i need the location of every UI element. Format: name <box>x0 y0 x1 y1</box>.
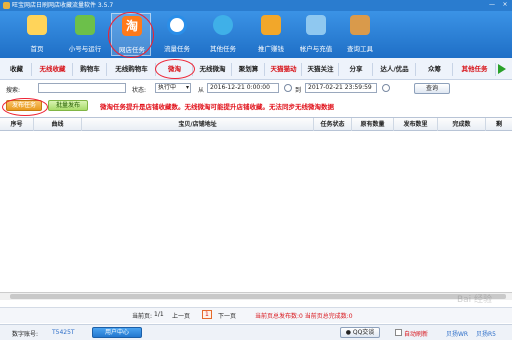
globe-icon <box>213 15 233 35</box>
column-completed[interactable]: 完成数 <box>438 118 486 131</box>
close-button[interactable]: × <box>500 1 510 9</box>
from-label: 从 <box>198 87 205 94</box>
prev-page-button[interactable]: 上一页 <box>172 311 190 320</box>
calendar-icon[interactable] <box>382 84 390 92</box>
current-page-value: 1/1 <box>154 311 164 318</box>
tab-mobile-favorite[interactable]: 无线收藏 <box>33 63 73 76</box>
toolbar-promote[interactable]: 推广赚钱 <box>251 13 291 56</box>
link-r5[interactable]: 贝扬R5 <box>476 329 496 338</box>
tab-favorite[interactable]: 收藏 <box>2 63 32 76</box>
account-value: T5425T <box>52 329 75 336</box>
qq-chat-button[interactable]: ● QQ交谈 <box>340 327 380 338</box>
column-curve[interactable]: 曲线 <box>34 118 82 131</box>
status-label: 状态: <box>132 87 147 94</box>
toolbar-label: 帐户与充值 <box>299 45 333 53</box>
column-index[interactable]: 序号 <box>0 118 34 131</box>
app-icon <box>3 2 10 9</box>
window-title: 旺宝网店日刷网店收藏流量软件 3.5.7 <box>12 2 114 9</box>
toolbar-home[interactable]: 首页 <box>17 13 57 56</box>
status-value: 执行中 <box>158 84 177 91</box>
qq-icon: ● <box>345 329 351 336</box>
task-table: 序号 曲线 宝贝/店铺地址 任务状态 原有数量 发布数里 完成数 剩 <box>0 117 512 309</box>
column-published[interactable]: 发布数里 <box>394 118 438 131</box>
auto-refresh-checkbox[interactable] <box>395 329 402 336</box>
column-address[interactable]: 宝贝/店铺地址 <box>82 118 314 131</box>
toolbar-label: 查询工具 <box>347 45 373 53</box>
qq-label: QQ交谈 <box>352 329 375 336</box>
tab-tmall-follow[interactable]: 天猫关注 <box>303 63 339 76</box>
horizontal-scrollbar[interactable] <box>0 292 512 300</box>
tab-cart[interactable]: 购物车 <box>74 63 107 76</box>
table-header: 序号 曲线 宝贝/店铺地址 任务状态 原有数量 发布数里 完成数 剩 <box>0 118 512 131</box>
arrow-right-icon[interactable] <box>498 64 506 74</box>
toolbar-label: 流量任务 <box>164 45 190 53</box>
tab-mobile-weitao[interactable]: 无线微淘 <box>194 63 232 76</box>
toolbar-label: 其他任务 <box>210 45 236 53</box>
column-original[interactable]: 原有数量 <box>352 118 394 131</box>
tab-crowdfunding[interactable]: 众筹 <box>417 63 453 76</box>
toolbar-label: 小号与运行 <box>68 45 102 53</box>
search-input[interactable] <box>38 83 126 93</box>
highlight-ring <box>108 12 154 58</box>
current-page-label: 当前页: <box>132 313 153 320</box>
toolbar-label: 首页 <box>30 45 44 53</box>
app-window: 旺宝网店日刷网店收藏流量软件 3.5.7 — × 首页 小号与运行 淘 网店任务… <box>0 0 512 340</box>
status-bar: 数字账号: T5425T 用户中心 ● QQ交谈 自动刷新 贝扬WR 贝扬R5 <box>0 324 512 340</box>
task-tabs: 收藏 无线收藏 购物车 无线购物车 微淘 无线微淘 聚划算 天猫猫动 天猫关注 … <box>0 58 512 80</box>
user-center-button[interactable]: 用户中心 <box>92 327 142 338</box>
pagination-bar: 当前页: 1/1 上一页 1 下一页 当前页总发布数:0 当前页总完成数:0 <box>0 307 512 323</box>
tab-juhuasuan[interactable]: 聚划算 <box>233 63 265 76</box>
highlight-ring <box>155 59 195 79</box>
to-label: 到 <box>295 87 302 94</box>
box-icon <box>350 15 370 35</box>
page-number[interactable]: 1 <box>202 310 212 319</box>
toolbar-query-tools[interactable]: 查询工具 <box>340 13 380 56</box>
watermark-text: Bai 经验 <box>456 295 492 305</box>
tab-share[interactable]: 分享 <box>340 63 373 76</box>
status-select[interactable]: 执行中 ▾ <box>155 83 191 93</box>
batch-publish-button[interactable]: 批量发布 <box>48 100 88 111</box>
minimize-button[interactable]: — <box>487 1 497 9</box>
chevron-down-icon: ▾ <box>185 84 189 91</box>
toolbar-traffic-task[interactable]: 流量任务 <box>157 13 197 56</box>
computer-icon <box>306 15 326 35</box>
money-bag-icon <box>261 15 281 35</box>
notice-text: 微淘任务提升是店铺收藏数。无线微淘可能提升店铺收藏。无法同步无线微淘数据 <box>100 103 334 111</box>
from-date-input[interactable]: 2016-12-21 0:00:00 <box>207 83 279 93</box>
house-icon <box>27 15 47 35</box>
tab-tmall-dynamic[interactable]: 天猫猫动 <box>266 63 302 76</box>
column-status[interactable]: 任务状态 <box>314 118 352 131</box>
tab-other-tasks[interactable]: 其他任务 <box>454 63 496 76</box>
refresh-icon <box>167 15 187 35</box>
highlight-ring <box>2 98 48 116</box>
page-summary: 当前页总发布数:0 当前页总完成数:0 <box>255 313 353 320</box>
query-button[interactable]: 查询 <box>414 83 450 94</box>
title-bar: 旺宝网店日刷网店收藏流量软件 3.5.7 — × <box>0 0 512 11</box>
toolbar-other-task[interactable]: 其他任务 <box>203 13 243 56</box>
auto-refresh-label: 自动刷新 <box>404 331 429 338</box>
window-controls: — × <box>487 1 510 9</box>
calendar-icon[interactable] <box>284 84 292 92</box>
search-label: 搜索: <box>6 87 21 94</box>
tab-mobile-cart[interactable]: 无线购物车 <box>108 63 156 76</box>
account-label: 数字账号: <box>12 331 39 338</box>
users-icon <box>75 15 95 35</box>
tab-talent[interactable]: 达人/优品 <box>374 63 416 76</box>
link-wr[interactable]: 贝扬WR <box>446 329 468 338</box>
toolbar-account-recharge[interactable]: 帐户与充值 <box>296 13 336 56</box>
toolbar-label: 推广赚钱 <box>258 45 284 53</box>
main-toolbar: 首页 小号与运行 淘 网店任务 流量任务 其他任务 推广赚钱 帐户与充值 查询工 <box>0 11 512 58</box>
to-date-input[interactable]: 2017-02-21 23:59:59 <box>305 83 377 93</box>
column-remaining[interactable]: 剩 <box>486 118 512 131</box>
toolbar-accounts[interactable]: 小号与运行 <box>65 13 105 56</box>
next-page-button[interactable]: 下一页 <box>218 311 236 320</box>
scrollbar-thumb[interactable] <box>10 294 506 299</box>
